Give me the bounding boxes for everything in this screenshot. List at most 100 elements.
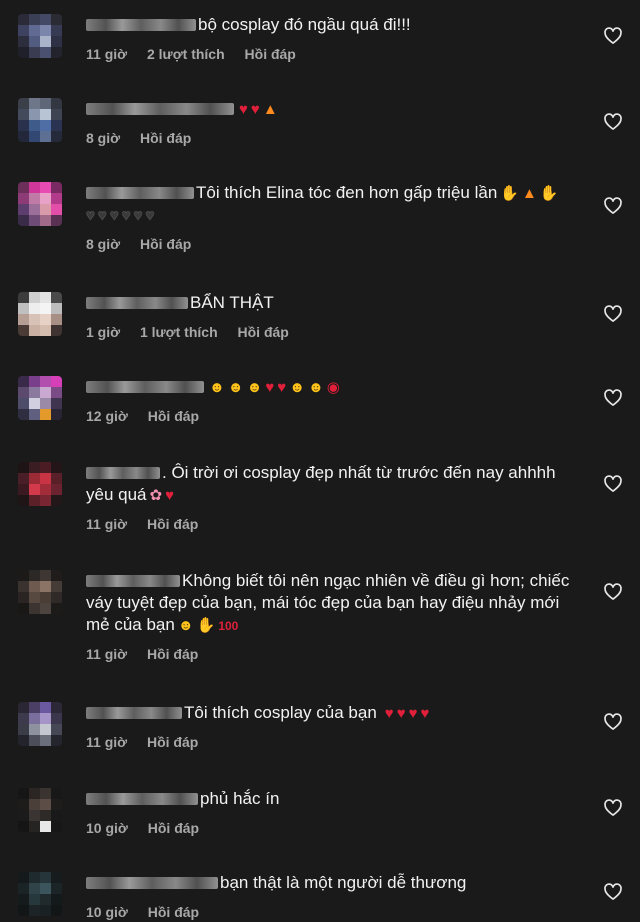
fire-icon: ▲ xyxy=(521,185,537,202)
comment-meta: 11 giờ Hồi đáp xyxy=(86,733,586,751)
reply-button[interactable]: Hồi đáp xyxy=(148,820,199,836)
comment-meta: 11 giờ Hồi đáp xyxy=(86,515,586,533)
red-heart-icon: ♥ xyxy=(250,101,260,118)
comment-meta: 1 giờ 1 lượt thích Hồi đáp xyxy=(86,323,586,341)
avatar[interactable] xyxy=(18,570,62,614)
black-heart-icon: ♥ xyxy=(133,207,143,224)
blurred-username xyxy=(86,103,234,115)
comment-text: ♥ ♥ ▲ xyxy=(86,98,586,120)
avatar[interactable] xyxy=(18,702,62,746)
comment-meta: 8 giờ Hồi đáp xyxy=(86,235,586,253)
grinning-face-icon: ☻ xyxy=(177,617,194,634)
comment-text: BẨN THẬT xyxy=(86,292,586,314)
comment-time: 8 giờ xyxy=(86,236,121,252)
avatar[interactable] xyxy=(18,788,62,832)
comment-text: phủ hắc ín xyxy=(86,788,586,810)
black-heart-icon: ♥ xyxy=(145,207,155,224)
heart-outline-icon[interactable] xyxy=(603,798,623,818)
comment-time: 12 giờ xyxy=(86,408,128,424)
comment-text: ☻ ☻ ☻ ♥ ♥ ☻ ☻ ◉ xyxy=(86,376,586,398)
comment-time: 10 giờ xyxy=(86,904,128,920)
kissing-face-icon: ☻ xyxy=(308,379,324,396)
red-heart-icon: ♥ xyxy=(165,487,174,504)
comment-time: 11 giờ xyxy=(86,516,128,532)
cherry-blossom-icon: ✿ xyxy=(149,487,163,504)
avatar[interactable] xyxy=(18,872,62,916)
comment-meta: 10 giờ Hồi đáp xyxy=(86,819,586,837)
comment-meta: 11 giờ Hồi đáp xyxy=(86,645,586,663)
blurred-username xyxy=(86,187,194,199)
avatar[interactable] xyxy=(18,462,62,506)
black-heart-icon: ♥ xyxy=(121,207,131,224)
comment-time: 10 giờ xyxy=(86,820,128,836)
heart-outline-icon[interactable] xyxy=(603,304,623,324)
comment-meta: 10 giờ Hồi đáp xyxy=(86,903,586,921)
blurred-username xyxy=(86,707,182,719)
comment-time: 1 giờ xyxy=(86,324,121,340)
red-heart-icon: ♥ xyxy=(265,379,275,396)
heart-outline-icon[interactable] xyxy=(603,712,623,732)
blurred-username xyxy=(86,575,180,587)
fire-icon: ▲ xyxy=(262,101,278,118)
comment-meta: 11 giờ 2 lượt thích Hồi đáp xyxy=(86,45,586,63)
red-heart-icon: ♥ xyxy=(408,705,418,722)
reply-button[interactable]: Hồi đáp xyxy=(245,46,296,62)
red-heart-icon: ♥ xyxy=(239,101,248,118)
comment-meta: 8 giờ Hồi đáp xyxy=(86,129,586,147)
heart-outline-icon[interactable] xyxy=(603,388,623,408)
heart-outline-icon[interactable] xyxy=(603,474,623,494)
red-heart-icon: ♥ xyxy=(420,705,430,722)
avatar[interactable] xyxy=(18,376,62,420)
ok-hand-icon: ✋ xyxy=(196,617,216,634)
avatar[interactable] xyxy=(18,182,62,226)
heart-outline-icon[interactable] xyxy=(603,112,623,132)
heart-outline-icon[interactable] xyxy=(603,582,623,602)
black-heart-icon: ♥ xyxy=(86,207,95,224)
black-heart-icon: ♥ xyxy=(109,207,119,224)
blurred-username xyxy=(86,793,198,805)
comment-text: Tôi thích cosplay của bạn ♥ ♥ ♥ ♥ xyxy=(86,702,586,724)
like-count[interactable]: 1 lượt thích xyxy=(140,324,218,340)
heart-eyes-icon: ☻ xyxy=(227,379,244,396)
reply-button[interactable]: Hồi đáp xyxy=(148,904,199,920)
comment-text: bộ cosplay đó ngầu quá đi!!! xyxy=(86,14,586,36)
clapping-hands-icon: ✋ xyxy=(500,185,519,202)
comment-text: Không biết tôi nên ngạc nhiên về điều gì… xyxy=(86,571,570,634)
comment-meta: 12 giờ Hồi đáp xyxy=(86,407,586,425)
reply-button[interactable]: Hồi đáp xyxy=(147,646,198,662)
reply-button[interactable]: Hồi đáp xyxy=(140,130,191,146)
red-heart-icon: ♥ xyxy=(384,705,394,722)
black-heart-icon: ♥ xyxy=(97,207,107,224)
comment-text: Tôi thích Elina tóc đen hơn gấp triệu lầ… xyxy=(86,183,559,224)
comment-time: 11 giờ xyxy=(86,46,128,62)
heart-outline-icon[interactable] xyxy=(603,882,623,902)
lips-icon: ◉ xyxy=(326,379,340,396)
red-heart-icon: ♥ xyxy=(277,379,287,396)
blurred-username xyxy=(86,467,160,479)
heart-outline-icon[interactable] xyxy=(603,196,623,216)
reply-button[interactable]: Hồi đáp xyxy=(147,734,198,750)
blurred-username xyxy=(86,19,196,31)
red-heart-icon: ♥ xyxy=(396,705,406,722)
avatar[interactable] xyxy=(18,98,62,142)
like-count[interactable]: 2 lượt thích xyxy=(147,46,225,62)
blurred-username xyxy=(86,297,188,309)
comment-text: . Ôi trời ơi cosplay đẹp nhất từ trước đ… xyxy=(86,463,556,504)
blurred-username xyxy=(86,877,218,889)
reply-button[interactable]: Hồi đáp xyxy=(148,408,199,424)
avatar[interactable] xyxy=(18,292,62,336)
hundred-points-icon: 100 xyxy=(218,619,239,633)
heart-outline-icon[interactable] xyxy=(603,26,623,46)
heart-eyes-icon: ☻ xyxy=(246,379,263,396)
reply-button[interactable]: Hồi đáp xyxy=(147,516,198,532)
raising-hands-icon: ✋ xyxy=(539,185,559,202)
heart-eyes-icon: ☻ xyxy=(209,379,225,396)
comment-text: bạn thật là một người dễ thương xyxy=(86,872,586,894)
comment-time: 11 giờ xyxy=(86,734,128,750)
avatar[interactable] xyxy=(18,14,62,58)
kissing-face-icon: ☻ xyxy=(289,379,305,396)
reply-button[interactable]: Hồi đáp xyxy=(238,324,289,340)
comment-time: 11 giờ xyxy=(86,646,128,662)
reply-button[interactable]: Hồi đáp xyxy=(140,236,191,252)
comment-time: 8 giờ xyxy=(86,130,121,146)
